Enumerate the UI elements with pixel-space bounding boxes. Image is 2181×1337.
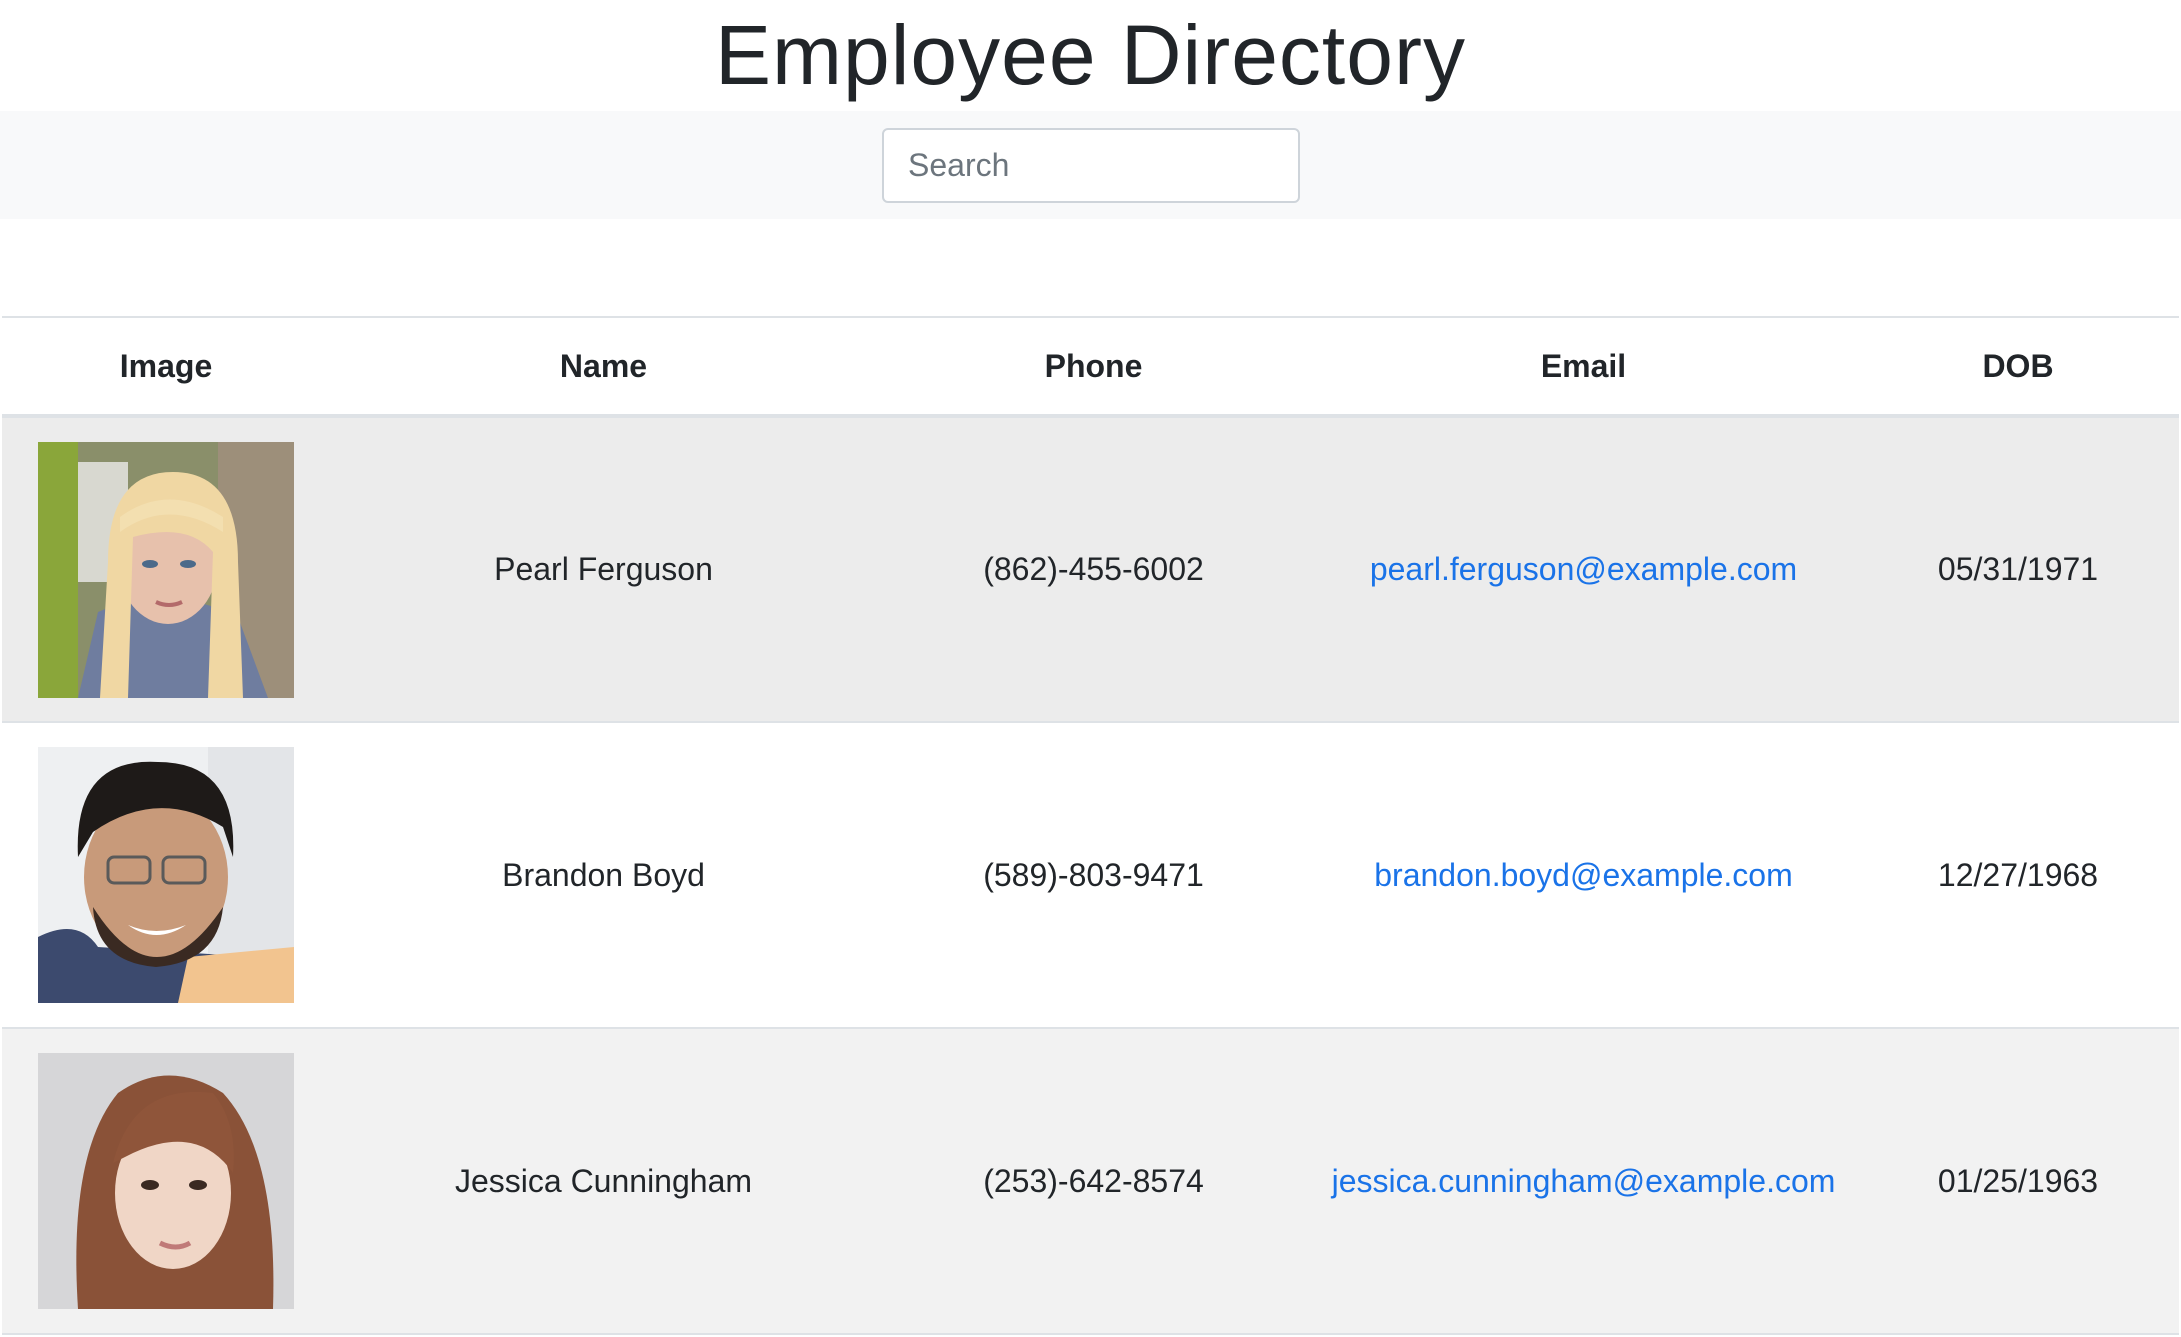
employee-email-link[interactable]: jessica.cunningham@example.com: [1332, 1163, 1836, 1199]
avatar: [38, 441, 294, 698]
image-cell: [2, 1028, 330, 1335]
email-cell: pearl.ferguson@example.com: [1310, 416, 1857, 723]
employee-dob: 05/31/1971: [1857, 416, 2179, 723]
search-input[interactable]: [882, 128, 1300, 203]
search-bar-area: [0, 111, 2181, 219]
employee-photo-image: [38, 1053, 294, 1309]
avatar: [38, 1053, 294, 1309]
employee-photo-image: [38, 747, 294, 1003]
column-header-phone[interactable]: Phone: [877, 316, 1310, 418]
column-header-name[interactable]: Name: [330, 316, 877, 418]
image-cell: [2, 416, 330, 723]
table-row: Jessica Cunningham (253)-642-8574 jessic…: [2, 1028, 2179, 1335]
employee-phone: (589)-803-9471: [877, 722, 1310, 1029]
column-header-email[interactable]: Email: [1310, 316, 1857, 418]
avatar: [38, 747, 294, 1003]
table-row: Brandon Boyd (589)-803-9471 brandon.boyd…: [2, 722, 2179, 1029]
table-header-row: Image Name Phone Email DOB: [2, 316, 2179, 418]
employee-name: Jessica Cunningham: [330, 1028, 877, 1335]
employee-phone: (253)-642-8574: [877, 1028, 1310, 1335]
employee-name: Brandon Boyd: [330, 722, 877, 1029]
employee-directory-page: Employee Directory Image Name Phone Emai…: [0, 0, 2181, 1337]
email-cell: brandon.boyd@example.com: [1310, 722, 1857, 1029]
employee-photo-image: [38, 441, 294, 698]
image-cell: [2, 722, 330, 1029]
employee-name: Pearl Ferguson: [330, 416, 877, 723]
employee-email-link[interactable]: brandon.boyd@example.com: [1374, 857, 1793, 893]
email-cell: jessica.cunningham@example.com: [1310, 1028, 1857, 1335]
employee-table-container: Image Name Phone Email DOB Pearl Ferguso…: [2, 316, 2179, 1335]
employee-table: Image Name Phone Email DOB Pearl Ferguso…: [2, 316, 2179, 1335]
column-header-image[interactable]: Image: [2, 316, 330, 418]
table-row: Pearl Ferguson (862)-455-6002 pearl.ferg…: [2, 416, 2179, 723]
column-header-dob[interactable]: DOB: [1857, 316, 2179, 418]
employee-email-link[interactable]: pearl.ferguson@example.com: [1370, 551, 1797, 587]
employee-dob: 01/25/1963: [1857, 1028, 2179, 1335]
employee-dob: 12/27/1968: [1857, 722, 2179, 1029]
page-title: Employee Directory: [715, 8, 1466, 102]
employee-phone: (862)-455-6002: [877, 416, 1310, 723]
